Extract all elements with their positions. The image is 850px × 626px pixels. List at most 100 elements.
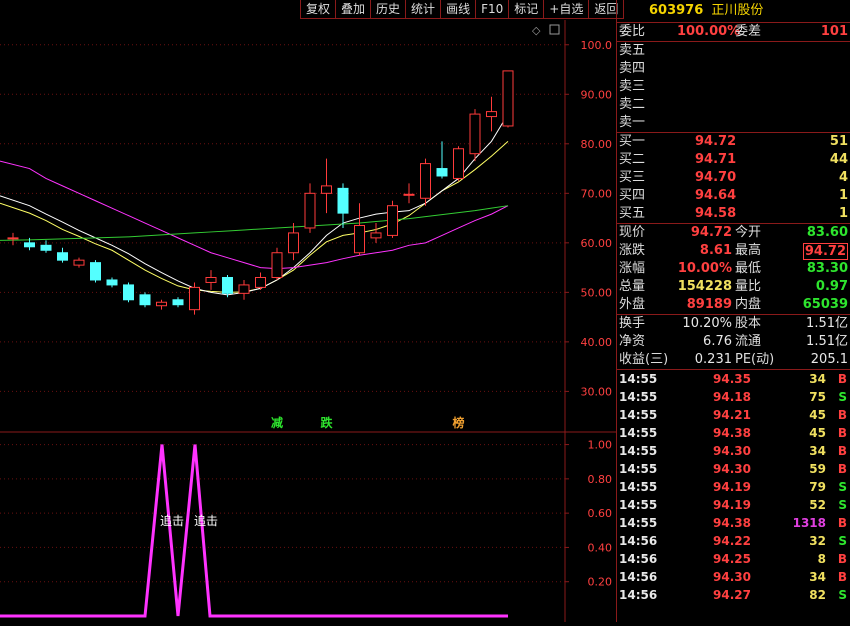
candle-body (453, 148, 464, 179)
stat-row: 换手 10.20% 股本 1.51亿 (617, 315, 850, 333)
quote-value: 94.72 (690, 225, 732, 240)
tick-price: 94.38 (713, 426, 751, 440)
toolbar-button[interactable]: 历史 (371, 0, 407, 19)
tick-time: 14:55 (619, 462, 658, 476)
tick-volume: 52 (809, 498, 826, 512)
stock-name: 正川股份 (711, 3, 764, 18)
toolbar-button[interactable]: 画线 (441, 0, 477, 19)
candle-body (189, 286, 200, 311)
sell-orders: 卖五 卖四 卖三 卖二 卖一 (617, 42, 850, 132)
stock-header[interactable]: 603976 正川股份 (617, 0, 850, 23)
tick-row[interactable]: 14:55 94.35 34 B (617, 370, 850, 388)
quote-value: 83.60 (806, 225, 848, 240)
tick-side: B (837, 426, 847, 440)
buy-row[interactable]: 买二 94.71 44 (617, 151, 850, 169)
sell-row[interactable]: 卖三 (617, 78, 850, 96)
tick-row[interactable]: 14:56 94.27 82 S (617, 586, 850, 604)
candle-body (7, 237, 19, 240)
tick-row[interactable]: 14:55 94.19 52 S (617, 496, 850, 514)
toolbar-button[interactable]: 统计 (406, 0, 442, 19)
buy-row[interactable]: 买四 94.64 1 (617, 187, 850, 205)
quote-value: 83.30 (806, 261, 848, 276)
candle-body (24, 242, 35, 248)
tick-time: 14:55 (619, 390, 658, 404)
tick-time: 14:56 (619, 570, 658, 584)
buy-label: 买二 (619, 152, 646, 167)
quote-row: 外盘 89189 内盘 65039 (617, 296, 850, 314)
quote-row: 总量 154228 量比 0.97 (617, 278, 850, 296)
tick-row[interactable]: 14:56 94.22 32 S (617, 532, 850, 550)
stat-label: 换手 (619, 316, 646, 331)
price-tick-label: 60.00 (581, 237, 613, 250)
quote-label: 总量 (619, 279, 646, 294)
stat-label: 流通 (735, 334, 762, 349)
quote-label: 现价 (619, 225, 646, 240)
tick-row[interactable]: 14:55 94.30 34 B (617, 442, 850, 460)
stat-label: 收益(三) (619, 352, 669, 367)
quote-label: 涨幅 (619, 261, 646, 276)
quote-label: 最高 (735, 243, 762, 258)
window-toggle-icon[interactable] (549, 24, 560, 35)
tick-row[interactable]: 14:55 94.30 59 B (617, 460, 850, 478)
buy-row[interactable]: 买一 94.72 51 (617, 133, 850, 151)
toolbar-button[interactable]: F10 (476, 0, 510, 19)
tick-row[interactable]: 14:55 94.38 1318 B (617, 514, 850, 532)
quote-row: 涨跌 8.61 最高 94.72 (617, 242, 850, 260)
ma-line (0, 160, 509, 270)
stat-value: 0.231 (694, 352, 732, 367)
tick-price: 94.19 (713, 480, 751, 494)
tick-side: S (838, 588, 847, 602)
tick-row[interactable]: 14:55 94.18 75 S (617, 388, 850, 406)
diamond-icon[interactable]: ◇ (532, 24, 541, 37)
tick-volume: 8 (817, 552, 826, 566)
sell-row[interactable]: 卖四 (617, 60, 850, 78)
tick-row[interactable]: 14:55 94.38 45 B (617, 424, 850, 442)
candle-body (502, 70, 514, 127)
quote-value: 8.61 (699, 243, 732, 258)
buy-label: 买三 (619, 170, 646, 185)
toolbar-button[interactable]: 复权 (300, 0, 337, 19)
buy-volume: 51 (829, 134, 848, 149)
tick-row[interactable]: 14:55 94.21 45 B (617, 406, 850, 424)
stat-value: 1.51亿 (806, 334, 848, 349)
tick-side: B (837, 372, 847, 386)
quote-panel: 603976 正川股份 委比 100.00% 委差 101 卖五 卖四 卖三 卖二 卖一… (617, 0, 850, 622)
quote-row: 现价 94.72 今开 83.60 (617, 224, 850, 242)
signal-marker: 跌 (320, 415, 333, 430)
tick-time: 14:56 (619, 588, 658, 602)
stat-value: 205.1 (810, 352, 848, 367)
tick-row[interactable]: 14:56 94.30 34 B (617, 568, 850, 586)
tick-list[interactable]: 14:55 94.35 34 B 14:55 94.18 75 S 14:55 94.21 45 B 1… (617, 370, 850, 604)
candle-body (172, 299, 184, 306)
candle-body (238, 284, 250, 294)
tick-volume: 45 (809, 426, 826, 440)
ma-line (0, 113, 509, 296)
sell-row[interactable]: 卖五 (617, 42, 850, 60)
candle-body (387, 205, 398, 236)
signal-label: 追击 (194, 513, 218, 528)
stat-row: 净资 6.76 流通 1.51亿 (617, 333, 850, 351)
sell-row[interactable]: 卖二 (617, 96, 850, 114)
toolbar-button[interactable]: +自选 (544, 0, 590, 19)
candle-body (73, 259, 85, 266)
kline-chart[interactable]: ◇ 100.0 90.00 80.00 70.00 60.00 50.00 40.00 30.0… (0, 20, 616, 622)
candle-body (255, 276, 266, 288)
quote-label: 量比 (735, 279, 762, 294)
toolbar-button[interactable]: 叠加 (336, 0, 372, 19)
tick-row[interactable]: 14:56 94.25 8 B (617, 550, 850, 568)
sell-row[interactable]: 卖一 (617, 114, 850, 132)
toolbar-button[interactable]: 标记 (509, 0, 545, 19)
tick-time: 14:55 (619, 480, 658, 494)
buy-row[interactable]: 买三 94.70 4 (617, 169, 850, 187)
tick-price: 94.21 (713, 408, 751, 422)
tick-time: 14:55 (619, 408, 658, 422)
tick-side: S (838, 534, 847, 548)
sell-label: 卖一 (619, 115, 646, 130)
weicha-label: 委差 (735, 24, 762, 39)
kline-chart-svg[interactable]: ◇ 100.0 90.00 80.00 70.00 60.00 50.00 40.00 30.0… (0, 20, 616, 622)
tick-row[interactable]: 14:55 94.19 79 S (617, 478, 850, 496)
buy-row[interactable]: 买五 94.58 1 (617, 205, 850, 223)
tick-time: 14:55 (619, 444, 658, 458)
price-tick-label: 50.00 (581, 286, 613, 299)
stats-section: 换手 10.20% 股本 1.51亿 净资 6.76 流通 1.51亿 收益(三) 0.231 PE… (617, 315, 850, 369)
